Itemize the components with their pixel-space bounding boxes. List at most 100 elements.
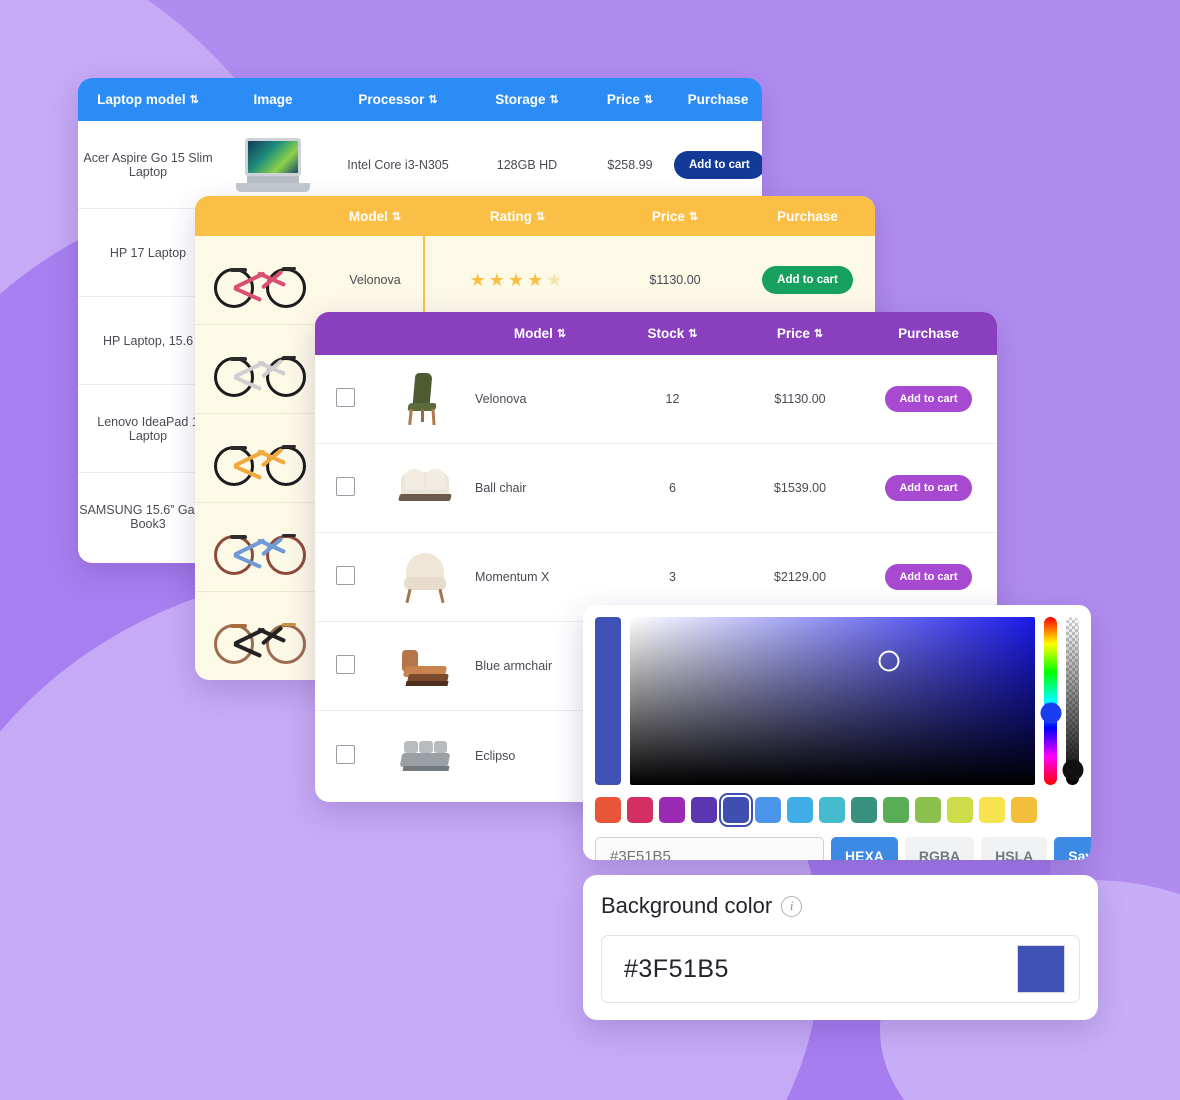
bike-col-header-purchase: Purchase	[740, 209, 875, 224]
color-swatch-5[interactable]	[755, 797, 781, 823]
furniture-col-header-price-label: Price	[776, 326, 810, 341]
color-swatch-7[interactable]	[819, 797, 845, 823]
laptop-model-name: Acer Aspire Go 15 Slim Laptop	[83, 150, 213, 179]
furniture-image-cell	[375, 460, 475, 516]
row-checkbox[interactable]	[335, 655, 355, 674]
row-checkbox[interactable]	[335, 566, 355, 585]
color-swatch-3[interactable]	[691, 797, 717, 823]
furniture-stock: 6	[669, 481, 676, 495]
sort-icon[interactable]: ⇅	[190, 95, 199, 106]
bike-col-header-model[interactable]: Model ⇅	[325, 209, 425, 224]
add-to-cart-button[interactable]: Add to cart	[674, 150, 762, 179]
sort-icon[interactable]: ⇅	[550, 95, 559, 106]
alpha-slider-handle[interactable]	[1062, 759, 1083, 781]
laptop-processor: Intel Core i3-N305	[347, 157, 449, 172]
background-color-value: #3F51B5	[624, 954, 729, 983]
laptop-col-header-processor[interactable]: Processor ⇅	[328, 92, 468, 107]
bike-table-header-row: Model ⇅ Rating ⇅ Price ⇅ Purchase	[195, 196, 875, 236]
saturation-value-area[interactable]	[630, 617, 1035, 785]
row-checkbox-cell	[315, 477, 375, 499]
furniture-col-header-model-label: Model	[513, 326, 553, 341]
color-swatch-12[interactable]	[979, 797, 1005, 823]
background-color-field[interactable]: #3F51B5	[601, 935, 1080, 1003]
saturation-cursor-handle[interactable]	[878, 650, 900, 672]
bike-col-header-rating[interactable]: Rating ⇅	[425, 209, 610, 224]
color-swatch-6[interactable]	[787, 797, 813, 823]
furniture-purchase-cell: Add to cart	[860, 564, 997, 590]
format-rgba-button[interactable]: RGBA	[904, 837, 975, 860]
background-color-title-row: Background color i	[601, 893, 1080, 919]
sort-icon[interactable]: ⇅	[392, 211, 401, 223]
row-checkbox[interactable]	[335, 388, 355, 407]
bicycle-icon	[214, 608, 306, 664]
furniture-model-name: Momentum X	[475, 570, 550, 584]
add-to-cart-button[interactable]: Add to cart	[762, 266, 853, 294]
alpha-slider[interactable]	[1062, 617, 1083, 785]
add-to-cart-button[interactable]: Add to cart	[885, 386, 972, 412]
bike-image-cell	[195, 341, 325, 397]
add-to-cart-button[interactable]: Add to cart	[885, 564, 972, 590]
sort-icon[interactable]: ⇅	[644, 95, 653, 106]
table-row: Ball chair 6 $1539.00 Add to cart	[315, 444, 997, 533]
color-swatch-0[interactable]	[595, 797, 621, 823]
color-picker-panel: HEXA RGBA HSLA Save Clear	[583, 605, 1091, 860]
sort-icon[interactable]: ⇅	[688, 329, 697, 340]
background-color-panel: Background color i #3F51B5	[583, 875, 1098, 1020]
row-checkbox-cell	[315, 566, 375, 588]
color-swatch-9[interactable]	[883, 797, 909, 823]
laptop-col-header-processor-label: Processor	[358, 92, 425, 107]
gray-sofa-icon	[396, 728, 454, 784]
furniture-col-header-stock[interactable]: Stock ⇅	[605, 326, 740, 341]
laptop-price: $258.99	[607, 157, 653, 172]
add-to-cart-button[interactable]: Add to cart	[885, 475, 972, 501]
bike-image-cell	[195, 430, 325, 486]
laptop-purchase-cell: Add to cart	[674, 150, 762, 179]
info-icon[interactable]: i	[781, 895, 803, 917]
furniture-model-name: Ball chair	[475, 481, 527, 495]
sort-icon[interactable]: ⇅	[536, 211, 545, 223]
hex-value-input[interactable]	[595, 837, 824, 860]
bicycle-icon	[214, 341, 306, 397]
save-button[interactable]: Save	[1054, 837, 1091, 860]
row-checkbox-cell	[315, 655, 375, 677]
furniture-col-header-model[interactable]: Model ⇅	[475, 326, 605, 341]
sort-icon[interactable]: ⇅	[814, 329, 823, 340]
page-title: Background color	[601, 893, 773, 918]
color-swatch-13[interactable]	[1011, 797, 1037, 823]
furniture-table-header-row: Model ⇅ Stock ⇅ Price ⇅ Purchase	[315, 312, 997, 355]
bike-model-name: Velonova	[349, 273, 401, 287]
hue-slider[interactable]	[1040, 617, 1061, 785]
brown-chaise-icon	[396, 638, 454, 694]
row-checkbox[interactable]	[335, 744, 355, 764]
color-swatch-11[interactable]	[947, 797, 973, 823]
laptop-col-header-price[interactable]: Price ⇅	[586, 92, 674, 107]
color-swatch-4-selected[interactable]	[718, 792, 754, 828]
sort-icon[interactable]: ⇅	[689, 211, 698, 223]
background-color-chip[interactable]	[1017, 945, 1065, 993]
color-swatch-8[interactable]	[851, 797, 877, 823]
furniture-purchase-cell: Add to cart	[860, 386, 997, 412]
format-hexa-button[interactable]: HEXA	[831, 837, 898, 860]
color-swatch-1[interactable]	[627, 797, 653, 823]
furniture-image-cell	[375, 638, 475, 694]
laptop-icon	[236, 137, 310, 192]
color-picker-controls-row: HEXA RGBA HSLA Save Clear	[583, 823, 1091, 860]
hue-slider-handle[interactable]	[1040, 702, 1061, 724]
color-swatch-2[interactable]	[659, 797, 685, 823]
bike-col-header-price[interactable]: Price ⇅	[610, 209, 740, 224]
furniture-stock: 12	[665, 392, 680, 406]
laptop-col-header-model[interactable]: Laptop model ⇅	[78, 92, 218, 107]
app-canvas: Laptop model ⇅ Image Processor ⇅ Storage ⇅ …	[0, 0, 1180, 1100]
sort-icon[interactable]: ⇅	[428, 95, 437, 106]
bike-image-cell	[195, 519, 325, 575]
row-checkbox[interactable]	[335, 477, 355, 496]
color-slider-group	[1040, 617, 1083, 785]
furniture-purchase-cell: Add to cart	[860, 475, 997, 501]
laptop-col-header-storage[interactable]: Storage ⇅	[468, 92, 586, 107]
bike-price: $1130.00	[649, 273, 701, 287]
color-swatch-10[interactable]	[915, 797, 941, 823]
sort-icon[interactable]: ⇅	[557, 329, 566, 340]
format-hsla-button[interactable]: HSLA	[981, 837, 1048, 860]
furniture-col-header-price[interactable]: Price ⇅	[740, 326, 860, 341]
laptop-col-header-purchase-label: Purchase	[687, 92, 749, 107]
